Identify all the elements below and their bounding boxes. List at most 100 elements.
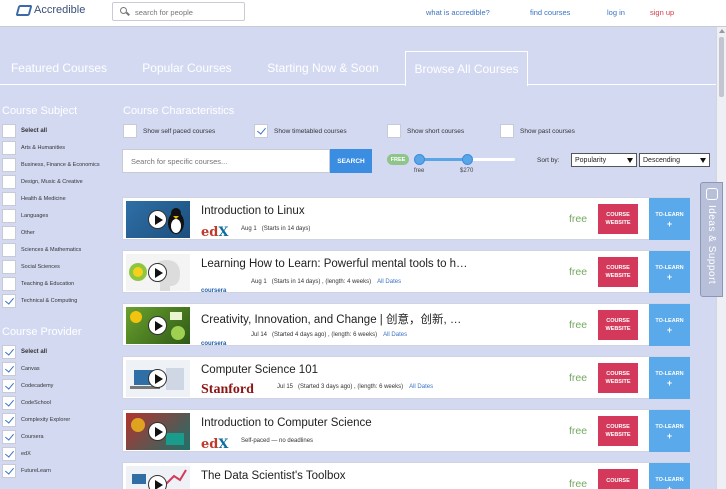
checkbox-checked[interactable] (2, 396, 16, 410)
sign-up-link[interactable]: sign up (650, 8, 674, 17)
checkbox[interactable] (2, 192, 16, 206)
provider-codecademy[interactable]: Codecademy (2, 379, 53, 393)
to-learn-button[interactable]: TO-LEARN + (649, 251, 690, 293)
course-thumbnail[interactable] (126, 254, 190, 291)
play-icon[interactable] (148, 475, 167, 489)
provider-coursera[interactable]: Coursera (2, 430, 44, 444)
checkbox[interactable] (2, 175, 16, 189)
checkbox[interactable] (2, 226, 16, 240)
subject-business[interactable]: Business, Finance & Economics (2, 158, 100, 172)
course-website-button[interactable]: COURSE WEBSITE (598, 310, 638, 340)
checkbox-checked[interactable] (2, 413, 16, 427)
to-learn-button[interactable]: TO-LEARN + (649, 304, 690, 346)
checkbox-checked[interactable] (2, 294, 16, 308)
what-is-accredible-link[interactable]: what is accredible? (426, 8, 490, 17)
course-title[interactable]: Introduction to Linux (201, 205, 305, 217)
course-website-button[interactable]: COURSE (598, 469, 638, 489)
all-dates-link[interactable]: All Dates (409, 384, 433, 390)
course-thumbnail[interactable] (126, 413, 190, 450)
tab-featured-courses[interactable]: Featured Courses (4, 51, 114, 85)
all-dates-link[interactable]: All Dates (383, 332, 407, 338)
provider-complexity-explorer[interactable]: Complexity Explorer (2, 413, 70, 427)
checkbox-checked[interactable] (2, 379, 16, 393)
course-title[interactable]: Learning How to Learn: Powerful mental t… (201, 258, 468, 270)
course-card[interactable]: The Data Scientist's Toolbox free COURSE… (122, 462, 690, 489)
subject-teaching[interactable]: Teaching & Education (2, 277, 74, 291)
course-thumbnail[interactable] (126, 466, 190, 489)
provider-futurelearn[interactable]: FutureLearn (2, 464, 51, 478)
course-search-field[interactable] (122, 149, 330, 173)
course-thumbnail[interactable] (126, 360, 190, 397)
course-website-button[interactable]: COURSE WEBSITE (598, 204, 638, 234)
subject-design[interactable]: Design, Music & Creative (2, 175, 83, 189)
course-title[interactable]: The Data Scientist's Toolbox (201, 470, 346, 482)
provider-select-all[interactable]: Select all (2, 345, 47, 359)
all-dates-link[interactable]: All Dates (377, 279, 401, 285)
subject-other[interactable]: Other (2, 226, 35, 240)
subject-technical[interactable]: Technical & Computing (2, 294, 77, 308)
to-learn-button[interactable]: TO-LEARN + (649, 463, 690, 489)
course-card[interactable]: Introduction to Linux edX Aug 1 (Starts … (122, 197, 690, 240)
people-search[interactable] (112, 2, 245, 21)
checkbox[interactable] (2, 243, 16, 257)
find-courses-link[interactable]: find courses (530, 8, 570, 17)
log-in-link[interactable]: log in (607, 8, 625, 17)
checkbox-checked[interactable] (2, 430, 16, 444)
option-past[interactable]: Show past courses (500, 124, 575, 138)
subject-arts-humanities[interactable]: Arts & Humanities (2, 141, 65, 155)
scroll-thumb[interactable] (719, 37, 724, 97)
checkbox[interactable] (2, 277, 16, 291)
play-icon[interactable] (148, 422, 167, 441)
subject-health[interactable]: Health & Medicine (2, 192, 66, 206)
course-website-button[interactable]: COURSE WEBSITE (598, 363, 638, 393)
checkbox-checked[interactable] (2, 464, 16, 478)
course-card[interactable]: Creativity, Innovation, and Change | 创意，… (122, 303, 690, 347)
to-learn-button[interactable]: TO-LEARN + (649, 410, 690, 452)
checkbox[interactable] (500, 124, 514, 138)
course-card[interactable]: Learning How to Learn: Powerful mental t… (122, 250, 690, 294)
course-title[interactable]: Introduction to Computer Science (201, 417, 372, 429)
course-website-button[interactable]: COURSE WEBSITE (598, 416, 638, 446)
tab-popular-courses[interactable]: Popular Courses (134, 51, 240, 85)
course-card[interactable]: Introduction to Computer Science edX Sel… (122, 409, 690, 452)
checkbox[interactable] (2, 124, 16, 138)
provider-canvas[interactable]: Canvas (2, 362, 40, 376)
option-self-paced[interactable]: Show self paced courses (123, 124, 215, 138)
checkbox[interactable] (2, 209, 16, 223)
checkbox-checked[interactable] (2, 447, 16, 461)
to-learn-button[interactable]: TO-LEARN + (649, 357, 690, 399)
option-short[interactable]: Show short courses (387, 124, 464, 138)
course-title[interactable]: Computer Science 101 (201, 364, 318, 376)
checkbox-checked[interactable] (2, 362, 16, 376)
course-search-input[interactable] (123, 150, 329, 172)
checkbox[interactable] (123, 124, 137, 138)
play-icon[interactable] (148, 210, 167, 229)
sort-order-select[interactable]: Descending (639, 153, 710, 167)
subject-sciences[interactable]: Sciences & Mathematics (2, 243, 81, 257)
course-card[interactable]: Computer Science 101 Stanford Jul 15 (St… (122, 356, 690, 399)
to-learn-button[interactable]: TO-LEARN + (649, 198, 690, 240)
subject-social-sciences[interactable]: Social Sciences (2, 260, 60, 274)
option-timetabled[interactable]: Show timetabled courses (254, 124, 347, 138)
course-website-button[interactable]: COURSE WEBSITE (598, 257, 638, 287)
subject-select-all[interactable]: Select all (2, 124, 47, 138)
course-title[interactable]: Creativity, Innovation, and Change | 创意，… (201, 311, 461, 327)
subject-languages[interactable]: Languages (2, 209, 48, 223)
checkbox-checked[interactable] (2, 345, 16, 359)
tab-starting-now-soon[interactable]: Starting Now & Soon (259, 51, 387, 85)
people-search-input[interactable] (135, 6, 241, 18)
play-icon[interactable] (148, 263, 167, 282)
provider-codeschool[interactable]: CodeSchool (2, 396, 51, 410)
play-icon[interactable] (148, 316, 167, 335)
scroll-up-icon[interactable] (719, 29, 725, 33)
sort-field-select[interactable]: Popularity (571, 153, 637, 167)
course-thumbnail[interactable] (126, 307, 190, 344)
price-slider-min-handle[interactable] (414, 154, 425, 165)
checkbox[interactable] (2, 260, 16, 274)
tab-browse-all-courses[interactable]: Browse All Courses (405, 51, 528, 86)
accredible-logo[interactable]: Accredible (15, 4, 85, 16)
checkbox[interactable] (387, 124, 401, 138)
ideas-support-tab[interactable]: Ideas & Support (700, 182, 723, 297)
checkbox-checked[interactable] (254, 124, 268, 138)
checkbox[interactable] (2, 141, 16, 155)
